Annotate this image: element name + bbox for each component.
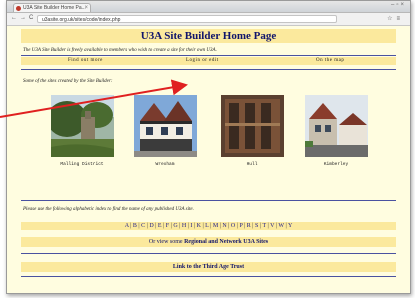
nav-buttons[interactable]: ←→C xyxy=(11,15,36,21)
index-letter-y[interactable]: Y xyxy=(288,223,292,229)
site-caption[interactable]: Malling District xyxy=(47,162,117,167)
action-button-row: Find out more Login or edit On the map xyxy=(21,57,396,65)
regional-prefix: Or view some xyxy=(148,239,183,245)
divider xyxy=(21,200,396,201)
menu-icon[interactable]: ≡ xyxy=(396,16,404,22)
back-icon[interactable]: ← xyxy=(11,15,20,21)
site-caption[interactable]: Hull xyxy=(217,162,287,167)
site-thumbnail-hull[interactable] xyxy=(221,95,284,157)
intro-text: The U3A Site Builder is freely available… xyxy=(23,48,217,53)
toolbar-right: ☆≡ xyxy=(387,15,404,22)
divider xyxy=(21,276,396,277)
browser-tab[interactable]: U3A Site Builder Home Pa... × xyxy=(13,3,91,12)
on-the-map-button[interactable]: On the map xyxy=(316,57,344,65)
site-thumbnail-malling[interactable] xyxy=(51,95,114,157)
site-thumbnail-kimberley[interactable] xyxy=(305,95,368,157)
hull-photo-icon xyxy=(221,95,284,157)
url-input[interactable]: u3asite.org.uk/sites/code/index.php xyxy=(37,15,337,23)
tab-title: U3A Site Builder Home Pa... xyxy=(23,5,86,11)
tab-bar: U3A Site Builder Home Pa... × –▫× xyxy=(7,1,410,13)
regional-sites-link[interactable]: Regional and Network U3A Sites xyxy=(184,239,268,245)
index-label: Please use the following alphabetic inde… xyxy=(23,207,194,212)
window-controls[interactable]: –▫× xyxy=(391,2,406,8)
divider xyxy=(21,55,396,56)
page-title: U3A Site Builder Home Page xyxy=(21,29,396,43)
forward-icon[interactable]: → xyxy=(20,15,29,21)
url-text: u3asite.org.uk/sites/code/index.php xyxy=(42,17,121,23)
divider xyxy=(21,69,396,70)
malling-photo-icon xyxy=(51,95,114,157)
close-tab-icon[interactable]: × xyxy=(84,4,88,12)
site-thumbnail-wrexham[interactable] xyxy=(134,95,197,157)
sites-label: Some of the sites created by the Site Bu… xyxy=(23,79,113,84)
divider xyxy=(21,253,396,254)
site-caption[interactable]: Kimberley xyxy=(301,162,371,167)
regional-row: Or view some Regional and Network U3A Si… xyxy=(21,237,396,247)
login-or-edit-button[interactable]: Login or edit xyxy=(186,57,219,65)
alphabetic-index: A | B | C | D | E | F | G | H | I | K | … xyxy=(21,222,396,230)
third-age-trust-link[interactable]: Link to the Third Age Trust xyxy=(21,262,396,272)
wrexham-photo-icon xyxy=(134,95,197,157)
kimberley-photo-icon xyxy=(305,95,368,157)
page-content: U3A Site Builder Home Page The U3A Site … xyxy=(7,25,410,293)
favicon-icon xyxy=(16,6,21,11)
find-out-more-button[interactable]: Find out more xyxy=(68,57,103,65)
browser-window: U3A Site Builder Home Pa... × –▫× ←→C u3… xyxy=(6,0,411,294)
reload-icon[interactable]: C xyxy=(29,15,36,21)
site-caption[interactable]: Wrexham xyxy=(130,162,200,167)
